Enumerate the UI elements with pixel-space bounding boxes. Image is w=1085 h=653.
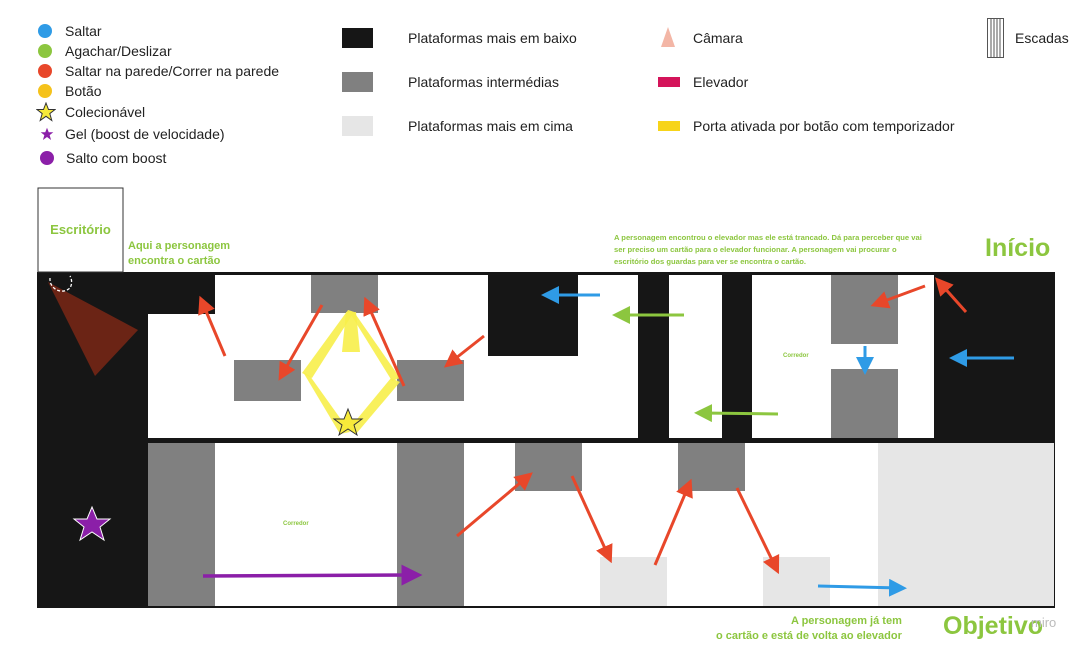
high-platform [600,557,667,606]
upper-corridor-label: Corredor [783,353,809,359]
goal-note: A personagem já tem o cartão e está de v… [716,615,902,642]
office-label: Escritório [50,222,111,237]
mid-platform [148,443,215,606]
level-map [37,187,1055,608]
mid-platform [678,443,745,491]
high-platform [878,443,1054,606]
slide-arrow [694,404,779,423]
mid-platform [397,443,464,606]
jump-arrow [817,578,907,597]
mid-platform [234,360,301,401]
card-note: Aqui a personagem encontra o cartão [128,240,231,267]
lower-corridor-label: Corredor [283,521,309,527]
boost-jump-arrow [202,564,423,586]
goal-label: Objetivo [943,612,1044,640]
mid-platform [515,443,582,491]
low-platform [488,275,578,356]
miro-watermark: miro [1031,615,1057,630]
mid-platform [397,360,464,401]
start-note: A personagem encontrou o elevador mas el… [614,233,922,266]
mid-platform [831,369,898,438]
start-label: Início [985,234,1051,262]
mid-platform [831,275,898,344]
